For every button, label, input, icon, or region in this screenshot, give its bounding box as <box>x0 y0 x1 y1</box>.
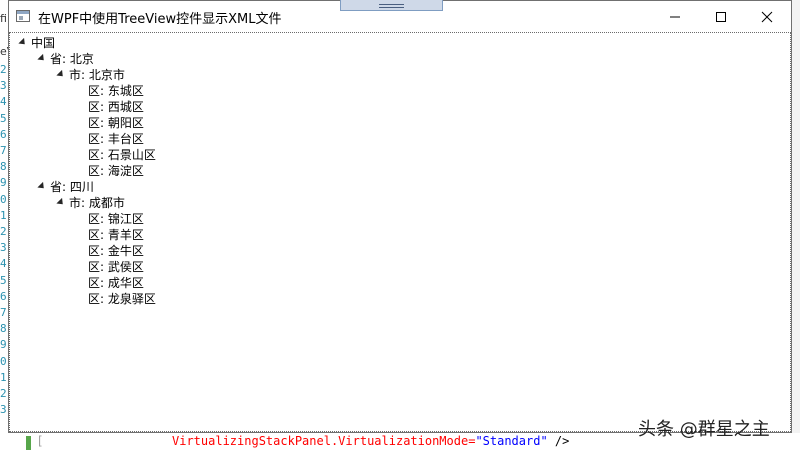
expand-arrow-icon[interactable] <box>56 69 66 80</box>
tree-node-country[interactable]: 中国 <box>31 35 55 51</box>
maximize-button[interactable] <box>698 1 744 32</box>
editor-line-number: 6 <box>0 289 7 303</box>
editor-line-number: 2 <box>0 63 7 76</box>
treeview[interactable]: 中国 省: 北京 市: 北京市 区: 东城区 区: 西城区 区: 朝阳区 区: 丰台区 区: … <box>9 32 791 432</box>
code-value: "Standard" <box>475 434 548 448</box>
tree-node-district[interactable]: 区: 成华区 <box>88 275 144 291</box>
close-button[interactable] <box>744 1 790 32</box>
tree-node-district[interactable]: 区: 石景山区 <box>88 147 156 163</box>
editor-line-number: 6 <box>0 127 7 141</box>
tree-node-district[interactable]: 区: 青羊区 <box>88 227 144 243</box>
editor-tab-fragment: eV <box>0 45 8 58</box>
tree-node-district[interactable]: 区: 西城区 <box>88 99 144 115</box>
expand-arrow-icon[interactable] <box>18 37 28 48</box>
tree-node-district[interactable]: 区: 东城区 <box>88 83 144 99</box>
editor-line-number: 2 <box>0 387 7 400</box>
tree-node-district[interactable]: 区: 武侯区 <box>88 259 144 275</box>
tree-node-district[interactable]: 区: 金牛区 <box>88 243 144 259</box>
editor-line-number: 3 <box>0 403 7 417</box>
tree-node-district[interactable]: 区: 朝阳区 <box>88 115 144 131</box>
editor-line-number: 1 <box>0 208 7 222</box>
editor-line-number: 9 <box>0 176 7 190</box>
window-title: 在WPF中使用TreeView控件显示XML文件 <box>38 12 282 27</box>
editor-line-number: 3 <box>0 241 7 255</box>
editor-line-number: 2 <box>0 225 7 238</box>
fold-bracket: [ <box>38 434 43 448</box>
watermark: 头条 @群星之主 <box>638 419 770 440</box>
editor-line-number: 7 <box>0 306 7 319</box>
window-grip[interactable] <box>340 0 443 11</box>
tree-node-province[interactable]: 省: 四川 <box>50 179 94 195</box>
tree-node-city[interactable]: 市: 成都市 <box>69 195 125 211</box>
app-window[interactable]: 在WPF中使用TreeView控件显示XML文件 中国 省: 北京 市: 北京市 区:… <box>8 0 792 433</box>
window-icon[interactable] <box>16 10 30 22</box>
editor-line-number: 4 <box>0 257 7 271</box>
editor-line-number: 8 <box>0 322 7 336</box>
editor-line-number: 4 <box>0 95 7 109</box>
editor-line-number: 9 <box>0 338 7 352</box>
close-icon <box>761 11 773 23</box>
code-attribute: VirtualizingStackPanel.VirtualizationMod… <box>172 434 476 448</box>
editor-line-number: 0 <box>0 192 7 206</box>
editor-line-number: 1 <box>0 370 7 384</box>
code-tail: /> <box>547 434 570 448</box>
tree-node-district[interactable]: 区: 锦江区 <box>88 211 144 227</box>
expand-arrow-icon[interactable] <box>37 53 47 64</box>
tree-node-district[interactable]: 区: 海淀区 <box>88 163 144 179</box>
expand-arrow-icon[interactable] <box>56 197 66 208</box>
tree-node-district[interactable]: 区: 龙泉驿区 <box>88 291 156 307</box>
tree-node-district[interactable]: 区: 丰台区 <box>88 131 144 147</box>
maximize-icon <box>716 12 726 22</box>
editor-line-number: 0 <box>0 354 7 368</box>
editor-line-number: 5 <box>0 273 7 287</box>
code-text: VirtualizingStackPanel.VirtualizationMod… <box>172 433 569 449</box>
change-marker <box>26 436 31 450</box>
editor-line-number: 8 <box>0 160 7 174</box>
editor-tab-fragment: fi <box>0 12 7 25</box>
tree-node-province[interactable]: 省: 北京 <box>50 51 94 67</box>
minimize-icon <box>670 16 680 18</box>
editor-line-number: 7 <box>0 144 7 157</box>
expand-arrow-icon[interactable] <box>37 181 47 192</box>
editor-right-edge <box>792 0 800 450</box>
editor-line-number: 3 <box>0 79 7 93</box>
minimize-button[interactable] <box>652 1 698 32</box>
editor-line-number: 5 <box>0 111 7 125</box>
tree-node-city[interactable]: 市: 北京市 <box>69 67 125 83</box>
